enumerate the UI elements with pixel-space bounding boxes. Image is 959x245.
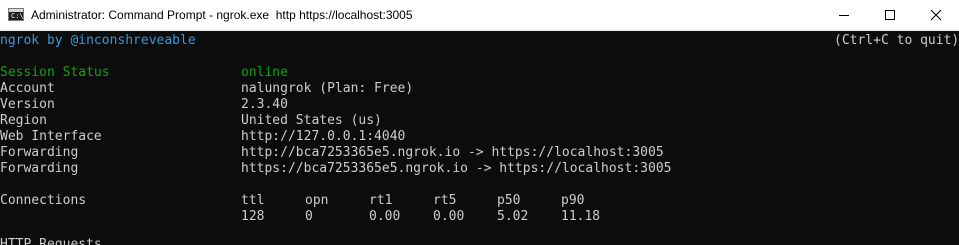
account-value: nalungrok (Plan: Free) (241, 81, 414, 96)
cmd-icon-prompt: C:\ (11, 12, 24, 20)
conn-value-p90: 11.18 (561, 209, 601, 224)
version-label: Version (0, 97, 55, 112)
minimize-icon (839, 15, 849, 16)
close-icon (930, 9, 942, 21)
conn-header-opn: opn (305, 193, 329, 208)
conn-header-rt5: rt5 (433, 193, 457, 208)
account-label: Account (0, 81, 55, 96)
web-interface-label: Web Interface (0, 129, 102, 144)
conn-value-p50: 5.02 (497, 209, 529, 224)
cmd-icon[interactable]: C:\ (8, 8, 24, 21)
console-output[interactable]: ngrok by @inconshreveable (Ctrl+C to qui… (0, 31, 959, 245)
session-status-label: Session Status (0, 65, 110, 80)
command-prompt-window: C:\ Administrator: Command Prompt - ngro… (0, 0, 959, 245)
brand-line: ngrok by @inconshreveable (0, 33, 196, 48)
forwarding-http-label: Forwarding (0, 145, 79, 160)
http-requests-heading: HTTP Requests (0, 237, 102, 245)
conn-header-ttl: ttl (241, 193, 265, 208)
window-title: Administrator: Command Prompt - ngrok.ex… (31, 8, 413, 22)
maximize-button[interactable] (867, 0, 913, 31)
session-status-value: online (241, 65, 288, 80)
conn-value-opn: 0 (305, 209, 313, 224)
forwarding-http-value[interactable]: http://bca7253365e5.ngrok.io -> https://… (241, 145, 664, 161)
title-bar[interactable]: C:\ Administrator: Command Prompt - ngro… (0, 0, 959, 31)
conn-header-rt1: rt1 (369, 193, 393, 208)
quit-hint: (Ctrl+C to quit) (834, 33, 959, 48)
forwarding-https-value[interactable]: https://bca7253365e5.ngrok.io -> https:/… (241, 161, 671, 177)
conn-header-p50: p50 (497, 193, 521, 208)
conn-value-ttl: 128 (241, 209, 265, 224)
minimize-button[interactable] (821, 0, 867, 31)
region-value: United States (us) (241, 113, 382, 128)
close-button[interactable] (913, 0, 959, 31)
version-value: 2.3.40 (241, 97, 288, 112)
conn-value-rt5: 0.00 (433, 209, 465, 224)
maximize-icon (885, 10, 895, 20)
conn-value-rt1: 0.00 (369, 209, 401, 224)
conn-header-p90: p90 (561, 193, 585, 208)
region-label: Region (0, 113, 47, 128)
connections-label: Connections (0, 193, 87, 208)
web-interface-value[interactable]: http://127.0.0.1:4040 (241, 129, 405, 145)
forwarding-https-label: Forwarding (0, 161, 79, 176)
